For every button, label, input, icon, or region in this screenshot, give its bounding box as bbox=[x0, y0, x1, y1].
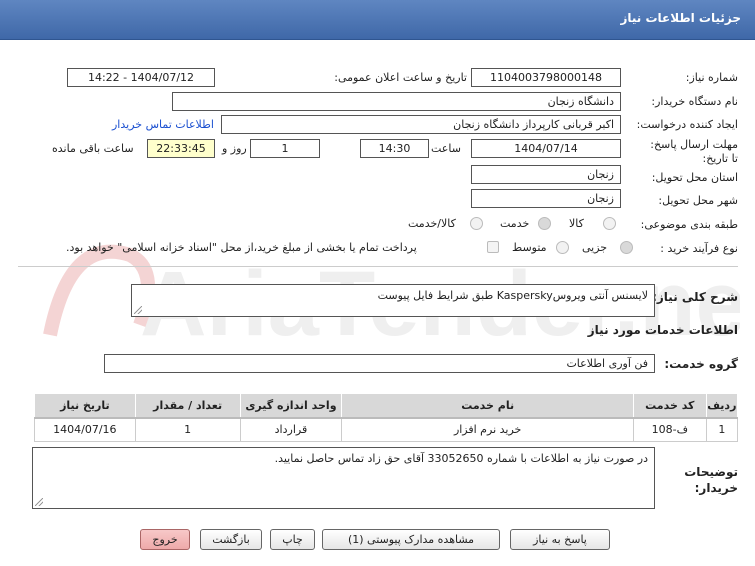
category-radio-goods[interactable] bbox=[603, 217, 616, 230]
col-header-need-date: تاریخ نیاز bbox=[34, 393, 136, 419]
city-label: شهر محل تحویل: bbox=[658, 194, 738, 207]
table-row: 1 ف-108 خرید نرم افزار قرارداد 1 1404/07… bbox=[34, 417, 739, 442]
days-label: روز و bbox=[222, 142, 247, 155]
general-description-text: لایسنس آنتی ویروسKaspersky طبق شرایط فای… bbox=[377, 289, 648, 302]
category-label: طبقه بندی موضوعی: bbox=[640, 218, 738, 231]
col-header-unit: واحد اندازه گیری bbox=[239, 393, 343, 419]
process-label: نوع فرآیند خرید : bbox=[660, 242, 738, 255]
services-table: ردیف کد خدمت نام خدمت واحد اندازه گیری ت… bbox=[34, 393, 739, 442]
creator-field: اکبر قربانی کارپرداز دانشگاه زنجان bbox=[221, 115, 621, 134]
need-number-field: 1104003798000148 bbox=[471, 68, 621, 87]
remaining-time-label: ساعت باقی مانده bbox=[52, 142, 134, 155]
buyer-org-label: نام دستگاه خریدار: bbox=[651, 95, 738, 108]
table-header-row: ردیف کد خدمت نام خدمت واحد اندازه گیری ت… bbox=[34, 393, 739, 419]
cell-service-code: ف-108 bbox=[632, 417, 707, 442]
province-field: زنجان bbox=[471, 165, 621, 184]
buyer-org-field: دانشگاه زنجان bbox=[172, 92, 621, 111]
buyer-notes-label: توضیحات خریدار: bbox=[684, 465, 738, 495]
deadline-date-field: 1404/07/14 bbox=[471, 139, 621, 158]
buyer-notes-field: در صورت نیاز به اطلاعات با شماره 3305265… bbox=[32, 447, 655, 509]
col-header-service-code: کد خدمت bbox=[632, 393, 707, 419]
resize-grip[interactable] bbox=[134, 306, 142, 314]
service-group-label: گروه خدمت: bbox=[664, 357, 738, 371]
category-radio-service[interactable] bbox=[538, 217, 551, 230]
col-header-service-name: نام خدمت bbox=[341, 393, 634, 419]
buyer-contact-link[interactable]: اطلاعات تماس خریدار bbox=[112, 118, 214, 131]
days-remaining-field: 1 bbox=[250, 139, 320, 158]
process-radio-medium[interactable] bbox=[556, 241, 569, 254]
col-header-quantity: تعداد / مقدار bbox=[134, 393, 241, 419]
need-number-label: شماره نیاز: bbox=[685, 71, 738, 84]
buyer-notes-text: در صورت نیاز به اطلاعات با شماره 3305265… bbox=[274, 452, 648, 465]
services-section-title: اطلاعات خدمات مورد نیاز bbox=[587, 323, 738, 337]
reply-button[interactable]: پاسخ به نیاز bbox=[510, 529, 610, 550]
page-title: جزئیات اطلاعات نیاز bbox=[620, 11, 741, 25]
deadline-time-label: ساعت bbox=[431, 142, 461, 155]
creator-label: ایجاد کننده درخواست: bbox=[636, 118, 738, 131]
service-group-field: فن آوری اطلاعات bbox=[104, 354, 655, 373]
exit-button[interactable]: خروج bbox=[140, 529, 190, 550]
general-description-field: لایسنس آنتی ویروسKaspersky طبق شرایط فای… bbox=[131, 284, 655, 317]
category-option-goods-service: کالا/خدمت bbox=[408, 217, 456, 230]
deadline-label: مهلت ارسال پاسخ: تا تاریخ: bbox=[650, 138, 738, 165]
treasury-payment-checkbox[interactable] bbox=[487, 241, 499, 253]
category-radio-goods-service[interactable] bbox=[470, 217, 483, 230]
deadline-time-field: 14:30 bbox=[360, 139, 429, 158]
view-attachments-button[interactable]: مشاهده مدارک پیوستی (1) bbox=[322, 529, 500, 550]
category-option-goods: کالا bbox=[569, 217, 584, 230]
back-button[interactable]: بازگشت bbox=[200, 529, 262, 550]
city-field: زنجان bbox=[471, 189, 621, 208]
announce-date-field: 1404/07/12 - 14:22 bbox=[67, 68, 215, 87]
category-option-service: خدمت bbox=[500, 217, 530, 230]
treasury-payment-note: پرداخت تمام یا بخشی از مبلغ خرید،از محل … bbox=[66, 241, 417, 254]
cell-quantity: 1 bbox=[134, 417, 241, 442]
print-button[interactable]: چاپ bbox=[270, 529, 315, 550]
cell-service-name: خرید نرم افزار bbox=[341, 417, 634, 442]
col-header-row-number: ردیف bbox=[705, 393, 739, 419]
province-label: استان محل تحویل: bbox=[651, 171, 738, 184]
process-option-medium: متوسط bbox=[512, 241, 547, 254]
cell-need-date: 1404/07/16 bbox=[34, 417, 136, 442]
process-option-partial: جزیی bbox=[582, 241, 608, 254]
process-radio-partial[interactable] bbox=[620, 241, 633, 254]
page-header: جزئیات اطلاعات نیاز bbox=[0, 0, 755, 40]
remaining-time-field: 22:33:45 bbox=[147, 139, 215, 158]
general-description-label: شرح کلی نیاز: bbox=[652, 290, 738, 304]
resize-grip[interactable] bbox=[35, 498, 43, 506]
cell-unit: قرارداد bbox=[239, 417, 343, 442]
separator bbox=[18, 266, 738, 267]
announce-date-label: تاریخ و ساعت اعلان عمومی: bbox=[334, 71, 467, 84]
cell-row-number: 1 bbox=[705, 417, 739, 442]
